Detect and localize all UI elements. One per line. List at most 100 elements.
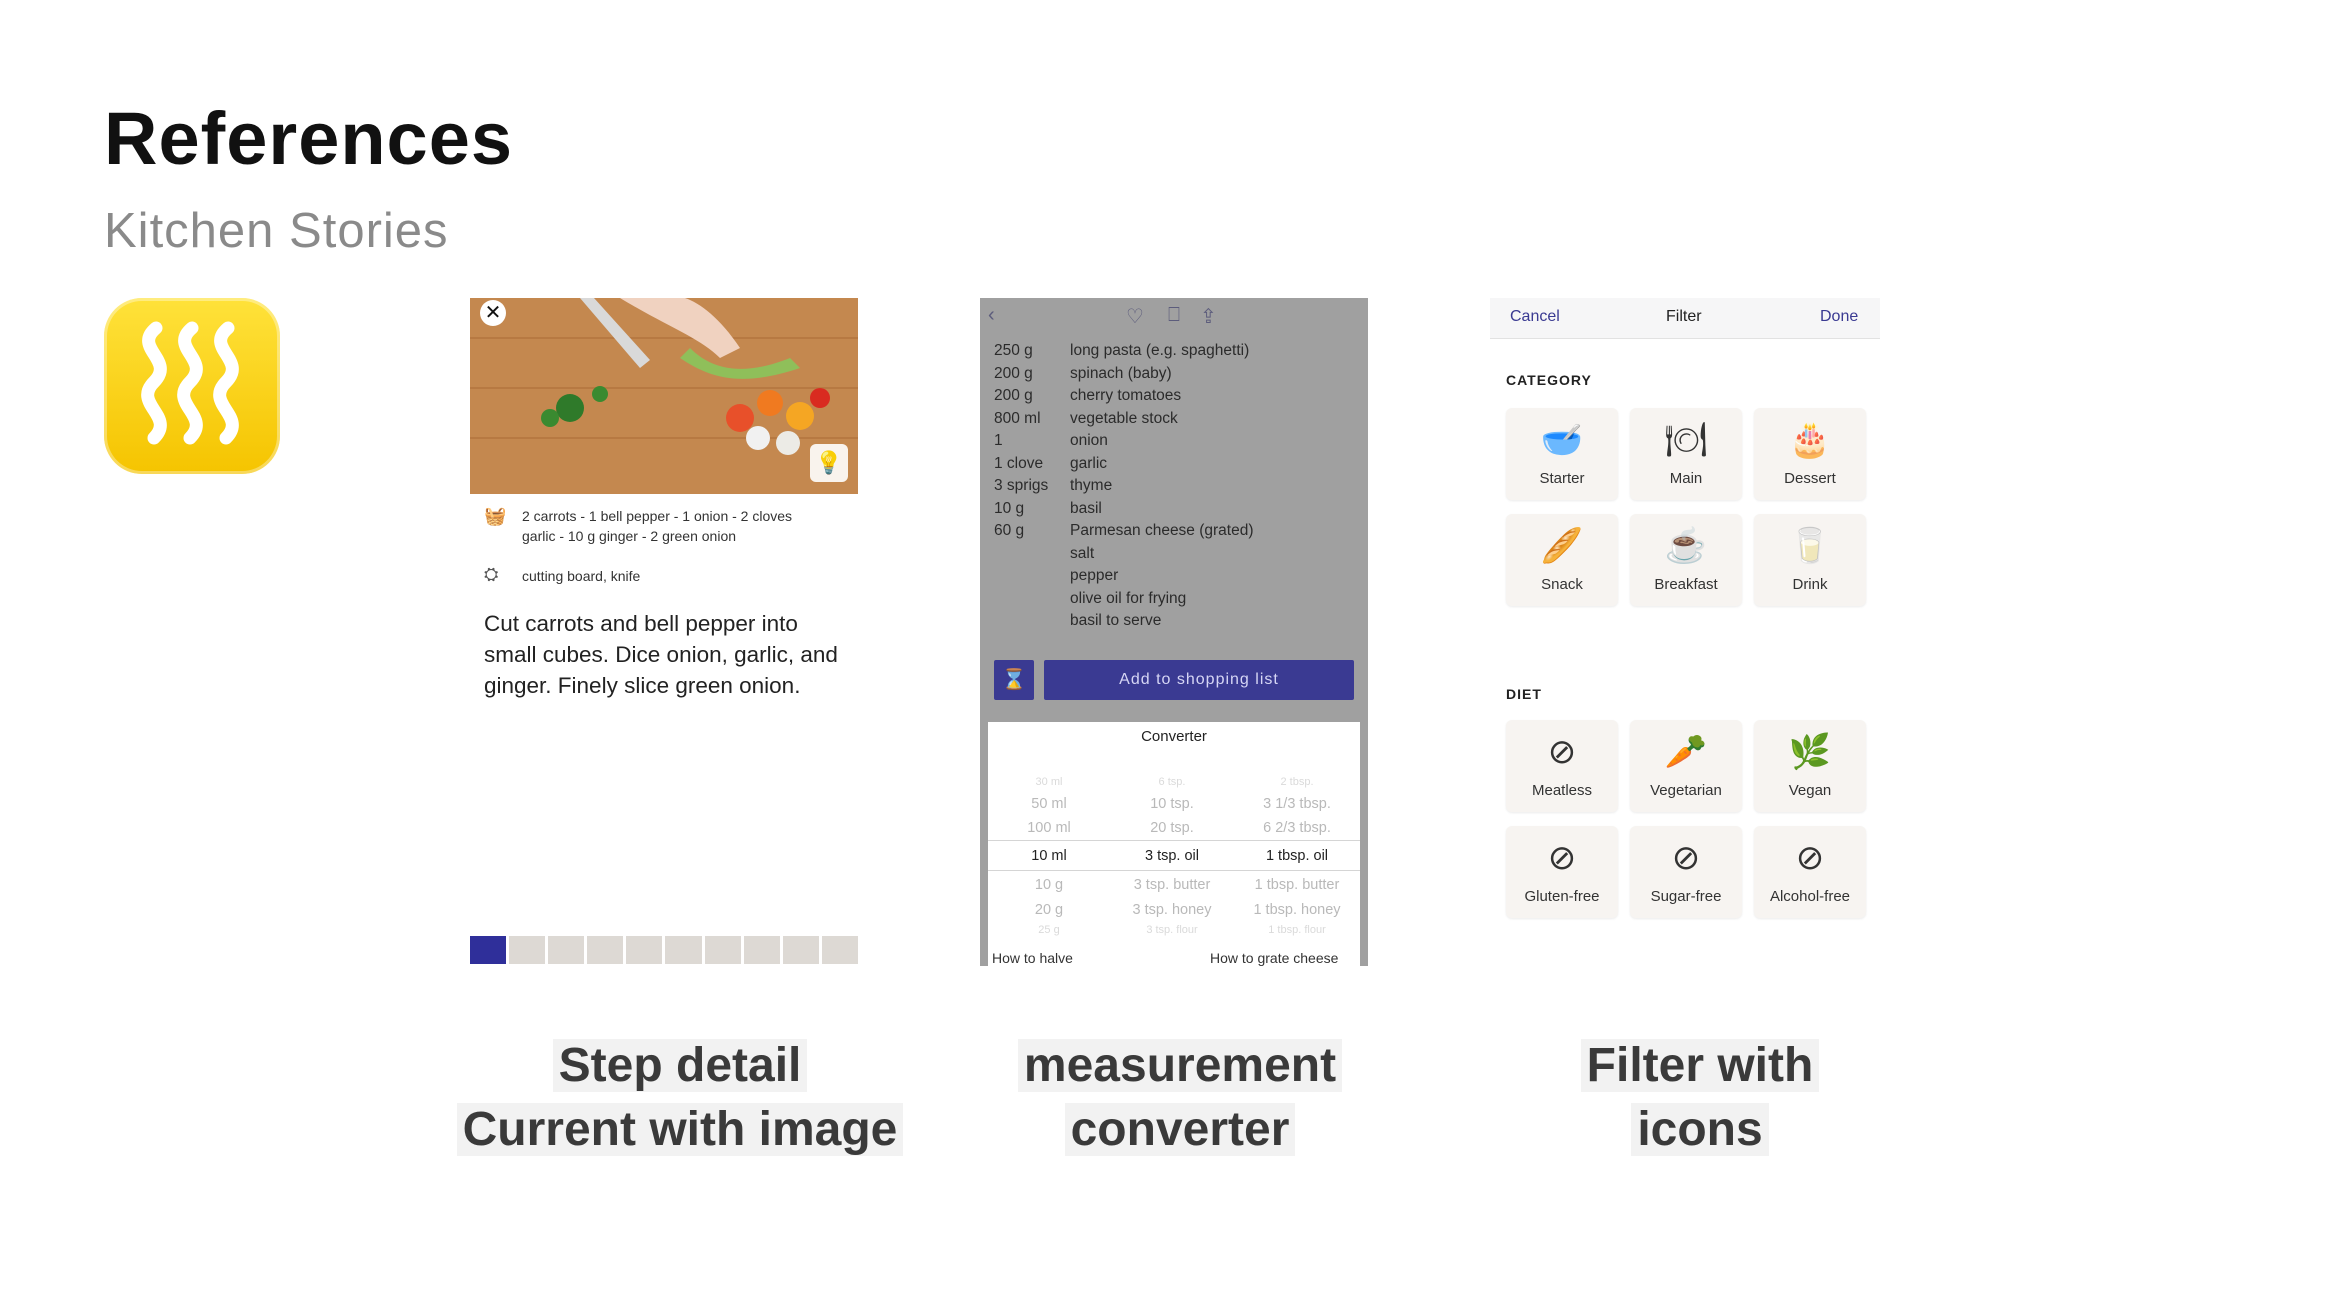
scale-button[interactable]: ⌛: [994, 660, 1034, 700]
basket-icon: 🧺: [484, 506, 507, 526]
ingredient-amount: 1 clove: [994, 454, 1044, 472]
ingredient-name: Parmesan cheese (grated): [1070, 522, 1254, 539]
page-subtitle: Kitchen Stories: [104, 204, 449, 258]
how-to-halve-link[interactable]: How to halve: [992, 950, 1073, 966]
ingredient-amount: 800 ml: [994, 409, 1041, 427]
cake-icon: 🎂: [1788, 421, 1832, 459]
tile-label: Vegan: [1788, 782, 1832, 799]
ingredient-amount: 1: [994, 432, 1003, 449]
progress-segment: [743, 936, 780, 964]
ingredient-amount: 10 g: [994, 499, 1025, 517]
bookmark-icon[interactable]: ⎕: [1168, 304, 1180, 327]
converter-screen: ‹ ♡ ⎕ ⇪ 250 g long pasta (e.g. spaghetti)…: [980, 298, 1368, 966]
baguette-icon: 🥖: [1540, 527, 1584, 565]
tile-label: Main: [1669, 470, 1703, 487]
filter-tile-dessert[interactable]: 🎂 Dessert: [1754, 408, 1866, 500]
filter-tile-vegetarian[interactable]: 🥕 Vegetarian: [1630, 720, 1742, 812]
filter-tile-alcohol-free[interactable]: ⊘ Alcohol-free: [1754, 826, 1866, 918]
filter-tile-main[interactable]: 🍽 Main: [1630, 408, 1742, 500]
tile-label: Drink: [1792, 576, 1828, 593]
filter-tile-breakfast[interactable]: ☕ Breakfast: [1630, 514, 1742, 606]
ingredient-row: 3 sprigs thyme: [994, 477, 1112, 495]
ingredients-line-2: garlic - 10 g ginger - 2 green onion: [522, 528, 737, 544]
ingredient-row: 1 clove garlic: [994, 455, 1107, 473]
progress-segment: [548, 936, 585, 964]
ingredient-row: 800 ml vegetable stock: [994, 410, 1178, 428]
tile-label: Breakfast: [1654, 576, 1718, 593]
caption-line: Current with image: [456, 1103, 904, 1156]
close-button[interactable]: ✕: [480, 300, 506, 326]
kitchen-stories-app-icon: [104, 298, 280, 474]
ingredient-row: 250 g long pasta (e.g. spaghetti): [994, 342, 1249, 360]
ingredient-name: thyme: [1070, 477, 1113, 494]
progress-segment: [821, 936, 858, 964]
caption-line: converter: [1064, 1103, 1296, 1156]
progress-segment: [587, 936, 624, 964]
utensils-text: cutting board, knife: [522, 568, 641, 584]
converter-cell: 3 tsp. honey: [1132, 902, 1212, 918]
lightbulb-tip-icon[interactable]: 💡: [810, 444, 848, 482]
ingredient-row: 1 onion: [994, 432, 1108, 450]
step-photo: ✕ 💡: [470, 298, 858, 494]
converter-cell: 1 tbsp. honey: [1253, 902, 1341, 918]
progress-segment: [509, 936, 546, 964]
ingredient-name: cherry tomatoes: [1070, 387, 1182, 404]
ingredient-name: long pasta (e.g. spaghetti): [1070, 342, 1250, 359]
filter-tile-vegan[interactable]: 🌿 Vegan: [1754, 720, 1866, 812]
converter-cell: 10 g: [1034, 877, 1064, 893]
converter-cell: 100 ml: [1027, 820, 1071, 836]
back-chevron-icon[interactable]: ‹: [988, 304, 995, 327]
add-to-shopping-list-button[interactable]: Add to shopping list: [1044, 660, 1354, 700]
progress-segment: [470, 936, 507, 964]
converter-cell: 10 ml: [1031, 848, 1067, 864]
converter-cell: 25 g: [1038, 924, 1060, 936]
ingredient-amount: 200 g: [994, 387, 1033, 404]
converter-cell: 2 tbsp.: [1280, 776, 1314, 788]
converter-cell: 10 tsp.: [1150, 796, 1194, 812]
converter-cell: 20 g: [1034, 902, 1064, 918]
converter-cell: 1 tbsp. flour: [1268, 924, 1326, 936]
converter-cell: 3 1/3 tbsp.: [1263, 796, 1331, 812]
ingredient-name: basil: [1070, 499, 1102, 517]
pot-icon: ⛭: [484, 564, 499, 584]
filter-tile-meatless[interactable]: ⊘ Meatless: [1506, 720, 1618, 812]
progress-segment: [782, 936, 819, 964]
converter-panel: Converter 30 ml 6 tsp. 2 tbsp. 50 ml 10 tsp.…: [988, 722, 1360, 966]
leaf-icon: 🌿: [1788, 733, 1832, 771]
picker-divider: [988, 870, 1360, 871]
filter-tile-snack[interactable]: 🥖 Snack: [1506, 514, 1618, 606]
filter-tile-gluten-free[interactable]: ⊘ Gluten-free: [1506, 826, 1618, 918]
how-to-grate-link[interactable]: How to grate cheese: [1210, 950, 1338, 966]
progress-segment: [704, 936, 741, 964]
ingredient-row: 200 g cherry tomatoes: [994, 387, 1181, 405]
ingredient-amount: 60 g: [994, 522, 1025, 539]
recipe-toolbar: ‹ ♡ ⎕ ⇪: [980, 298, 1368, 334]
progress-segment: [626, 936, 663, 964]
cancel-button[interactable]: Cancel: [1510, 308, 1560, 326]
coffee-cup-icon: ☕: [1664, 527, 1708, 565]
filter-tile-sugar-free[interactable]: ⊘ Sugar-free: [1630, 826, 1742, 918]
converter-title: Converter: [1141, 728, 1207, 745]
step-instruction: Cut carrots and bell pepper into small c…: [484, 611, 838, 698]
bowl-icon: 🥣: [1540, 421, 1584, 459]
caption-line: Filter with: [1580, 1039, 1820, 1092]
ingredient-row: salt: [994, 545, 1094, 563]
filter-screen: Cancel Filter Done CATEGORY 🥣 Starter 🍽 Mai…: [1490, 298, 1880, 938]
heart-icon[interactable]: ♡: [1126, 304, 1144, 329]
ingredient-name: onion: [1070, 432, 1108, 449]
done-button[interactable]: Done: [1820, 308, 1858, 326]
caption-line: measurement: [1017, 1039, 1343, 1092]
filter-tile-starter[interactable]: 🥣 Starter: [1506, 408, 1618, 500]
ingredient-name: spinach (baby): [1070, 364, 1172, 382]
ingredient-amount: 200 g: [994, 364, 1033, 382]
tile-label: Alcohol-free: [1769, 888, 1851, 905]
steam-waves-icon: [141, 321, 239, 445]
caption-line: Step detail: [552, 1039, 808, 1092]
progress-segment: [665, 936, 702, 964]
filter-nav-bar: Cancel Filter Done: [1490, 298, 1880, 339]
page-title: References: [104, 97, 514, 180]
glass-icon: 🥛: [1788, 527, 1832, 565]
filter-tile-drink[interactable]: 🥛 Drink: [1754, 514, 1866, 606]
converter-cell: 3 tsp. flour: [1146, 924, 1198, 936]
share-icon[interactable]: ⇪: [1200, 304, 1217, 329]
